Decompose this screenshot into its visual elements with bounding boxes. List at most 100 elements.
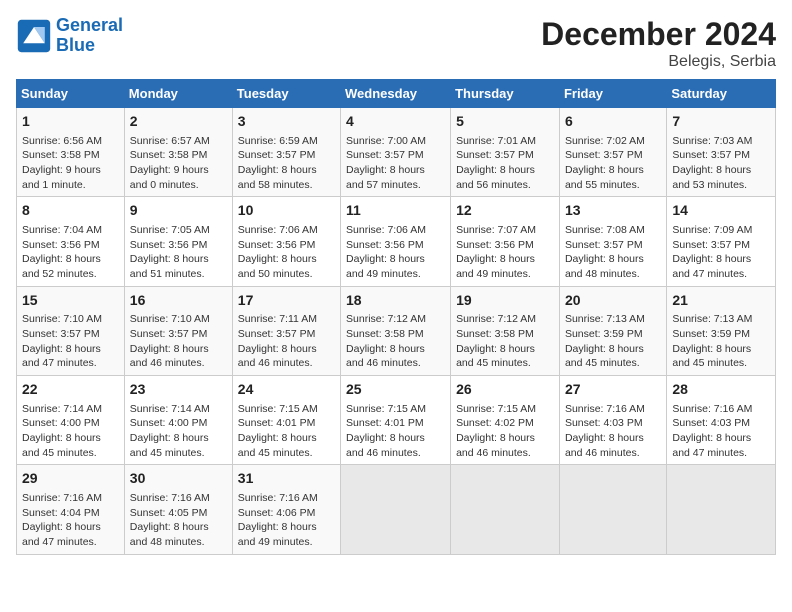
day-info: Sunrise: 7:04 AM Sunset: 3:56 PM Dayligh…: [22, 223, 119, 282]
day-info: Sunrise: 6:56 AM Sunset: 3:58 PM Dayligh…: [22, 134, 119, 193]
day-number: 3: [238, 112, 335, 132]
day-info: Sunrise: 7:16 AM Sunset: 4:05 PM Dayligh…: [130, 491, 227, 550]
day-cell: 27Sunrise: 7:16 AM Sunset: 4:03 PM Dayli…: [559, 376, 666, 465]
day-number: 5: [456, 112, 554, 132]
day-number: 23: [130, 380, 227, 400]
logo-icon: [16, 18, 52, 54]
day-info: Sunrise: 7:14 AM Sunset: 4:00 PM Dayligh…: [130, 402, 227, 461]
day-number: 22: [22, 380, 119, 400]
day-cell: 1Sunrise: 6:56 AM Sunset: 3:58 PM Daylig…: [17, 108, 125, 197]
day-info: Sunrise: 7:13 AM Sunset: 3:59 PM Dayligh…: [565, 312, 661, 371]
day-info: Sunrise: 7:06 AM Sunset: 3:56 PM Dayligh…: [238, 223, 335, 282]
logo-text: General Blue: [56, 16, 123, 56]
day-cell: 10Sunrise: 7:06 AM Sunset: 3:56 PM Dayli…: [232, 197, 340, 286]
day-number: 15: [22, 291, 119, 311]
day-number: 29: [22, 469, 119, 489]
logo: General Blue: [16, 16, 123, 56]
day-number: 6: [565, 112, 661, 132]
day-number: 12: [456, 201, 554, 221]
day-cell: [559, 465, 666, 554]
day-cell: 16Sunrise: 7:10 AM Sunset: 3:57 PM Dayli…: [124, 286, 232, 375]
day-cell: 23Sunrise: 7:14 AM Sunset: 4:00 PM Dayli…: [124, 376, 232, 465]
week-row-3: 15Sunrise: 7:10 AM Sunset: 3:57 PM Dayli…: [17, 286, 776, 375]
header-cell-thursday: Thursday: [451, 80, 560, 108]
day-number: 2: [130, 112, 227, 132]
day-info: Sunrise: 7:16 AM Sunset: 4:03 PM Dayligh…: [672, 402, 770, 461]
day-cell: 22Sunrise: 7:14 AM Sunset: 4:00 PM Dayli…: [17, 376, 125, 465]
day-info: Sunrise: 7:16 AM Sunset: 4:03 PM Dayligh…: [565, 402, 661, 461]
day-info: Sunrise: 7:12 AM Sunset: 3:58 PM Dayligh…: [456, 312, 554, 371]
day-cell: 26Sunrise: 7:15 AM Sunset: 4:02 PM Dayli…: [451, 376, 560, 465]
day-number: 21: [672, 291, 770, 311]
day-info: Sunrise: 7:03 AM Sunset: 3:57 PM Dayligh…: [672, 134, 770, 193]
logo-line2: Blue: [56, 35, 95, 55]
day-number: 24: [238, 380, 335, 400]
logo-line1: General: [56, 15, 123, 35]
day-number: 28: [672, 380, 770, 400]
day-cell: [341, 465, 451, 554]
week-row-4: 22Sunrise: 7:14 AM Sunset: 4:00 PM Dayli…: [17, 376, 776, 465]
day-cell: 14Sunrise: 7:09 AM Sunset: 3:57 PM Dayli…: [667, 197, 776, 286]
day-number: 11: [346, 201, 445, 221]
header: General Blue December 2024 Belegis, Serb…: [16, 16, 776, 71]
day-cell: 3Sunrise: 6:59 AM Sunset: 3:57 PM Daylig…: [232, 108, 340, 197]
day-cell: 29Sunrise: 7:16 AM Sunset: 4:04 PM Dayli…: [17, 465, 125, 554]
header-cell-monday: Monday: [124, 80, 232, 108]
day-number: 31: [238, 469, 335, 489]
day-number: 20: [565, 291, 661, 311]
header-cell-friday: Friday: [559, 80, 666, 108]
day-cell: 21Sunrise: 7:13 AM Sunset: 3:59 PM Dayli…: [667, 286, 776, 375]
day-number: 10: [238, 201, 335, 221]
day-cell: 8Sunrise: 7:04 AM Sunset: 3:56 PM Daylig…: [17, 197, 125, 286]
day-info: Sunrise: 7:13 AM Sunset: 3:59 PM Dayligh…: [672, 312, 770, 371]
day-info: Sunrise: 7:16 AM Sunset: 4:06 PM Dayligh…: [238, 491, 335, 550]
day-number: 26: [456, 380, 554, 400]
day-info: Sunrise: 7:01 AM Sunset: 3:57 PM Dayligh…: [456, 134, 554, 193]
week-row-5: 29Sunrise: 7:16 AM Sunset: 4:04 PM Dayli…: [17, 465, 776, 554]
title-area: December 2024 Belegis, Serbia: [541, 16, 776, 71]
day-cell: 19Sunrise: 7:12 AM Sunset: 3:58 PM Dayli…: [451, 286, 560, 375]
day-cell: 6Sunrise: 7:02 AM Sunset: 3:57 PM Daylig…: [559, 108, 666, 197]
day-cell: 13Sunrise: 7:08 AM Sunset: 3:57 PM Dayli…: [559, 197, 666, 286]
day-cell: 20Sunrise: 7:13 AM Sunset: 3:59 PM Dayli…: [559, 286, 666, 375]
header-cell-wednesday: Wednesday: [341, 80, 451, 108]
day-info: Sunrise: 6:59 AM Sunset: 3:57 PM Dayligh…: [238, 134, 335, 193]
day-number: 7: [672, 112, 770, 132]
day-number: 18: [346, 291, 445, 311]
day-info: Sunrise: 7:05 AM Sunset: 3:56 PM Dayligh…: [130, 223, 227, 282]
day-number: 8: [22, 201, 119, 221]
day-cell: 30Sunrise: 7:16 AM Sunset: 4:05 PM Dayli…: [124, 465, 232, 554]
day-cell: 25Sunrise: 7:15 AM Sunset: 4:01 PM Dayli…: [341, 376, 451, 465]
day-info: Sunrise: 7:02 AM Sunset: 3:57 PM Dayligh…: [565, 134, 661, 193]
day-info: Sunrise: 7:15 AM Sunset: 4:01 PM Dayligh…: [238, 402, 335, 461]
day-info: Sunrise: 7:09 AM Sunset: 3:57 PM Dayligh…: [672, 223, 770, 282]
day-number: 9: [130, 201, 227, 221]
day-number: 14: [672, 201, 770, 221]
header-cell-sunday: Sunday: [17, 80, 125, 108]
week-row-2: 8Sunrise: 7:04 AM Sunset: 3:56 PM Daylig…: [17, 197, 776, 286]
day-cell: 9Sunrise: 7:05 AM Sunset: 3:56 PM Daylig…: [124, 197, 232, 286]
week-row-1: 1Sunrise: 6:56 AM Sunset: 3:58 PM Daylig…: [17, 108, 776, 197]
day-info: Sunrise: 7:00 AM Sunset: 3:57 PM Dayligh…: [346, 134, 445, 193]
header-cell-saturday: Saturday: [667, 80, 776, 108]
day-info: Sunrise: 7:14 AM Sunset: 4:00 PM Dayligh…: [22, 402, 119, 461]
day-cell: 18Sunrise: 7:12 AM Sunset: 3:58 PM Dayli…: [341, 286, 451, 375]
day-number: 30: [130, 469, 227, 489]
day-number: 1: [22, 112, 119, 132]
day-number: 27: [565, 380, 661, 400]
header-cell-tuesday: Tuesday: [232, 80, 340, 108]
day-cell: 24Sunrise: 7:15 AM Sunset: 4:01 PM Dayli…: [232, 376, 340, 465]
day-info: Sunrise: 7:10 AM Sunset: 3:57 PM Dayligh…: [22, 312, 119, 371]
location-title: Belegis, Serbia: [541, 53, 776, 71]
day-cell: 11Sunrise: 7:06 AM Sunset: 3:56 PM Dayli…: [341, 197, 451, 286]
day-info: Sunrise: 7:07 AM Sunset: 3:56 PM Dayligh…: [456, 223, 554, 282]
day-info: Sunrise: 7:15 AM Sunset: 4:02 PM Dayligh…: [456, 402, 554, 461]
day-cell: 4Sunrise: 7:00 AM Sunset: 3:57 PM Daylig…: [341, 108, 451, 197]
calendar-table: SundayMondayTuesdayWednesdayThursdayFrid…: [16, 79, 776, 555]
day-cell: 12Sunrise: 7:07 AM Sunset: 3:56 PM Dayli…: [451, 197, 560, 286]
day-cell: [451, 465, 560, 554]
day-info: Sunrise: 6:57 AM Sunset: 3:58 PM Dayligh…: [130, 134, 227, 193]
day-number: 19: [456, 291, 554, 311]
day-cell: 5Sunrise: 7:01 AM Sunset: 3:57 PM Daylig…: [451, 108, 560, 197]
day-cell: 2Sunrise: 6:57 AM Sunset: 3:58 PM Daylig…: [124, 108, 232, 197]
